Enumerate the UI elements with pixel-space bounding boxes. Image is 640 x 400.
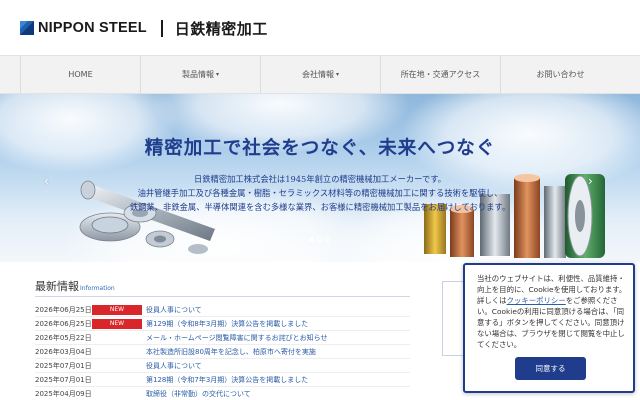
news-date: 2026年06月25日: [35, 319, 92, 328]
news-link[interactable]: 第128期（令和7年3月期）決算公告を掲載しました: [146, 375, 308, 385]
news-heading: 最新情報 Information: [35, 278, 115, 294]
cookie-agree-button[interactable]: 同意する: [515, 357, 586, 380]
news-date: 2025年07月01日: [35, 361, 92, 370]
nippon-steel-logo-icon: [20, 21, 34, 35]
slider-next-icon[interactable]: ›: [588, 174, 593, 188]
news-date: 2025年07月01日: [35, 375, 92, 384]
news-item: 2026年03月04日 本社製造所旧設80周年を記念し、柏原市へ寄付を実施: [35, 345, 410, 359]
new-badge: NEW: [92, 318, 142, 329]
news-link[interactable]: 役員人事について: [146, 305, 202, 315]
nav-item-products[interactable]: 製品情報 ▾: [140, 56, 260, 93]
slider-prev-icon[interactable]: ‹: [44, 174, 49, 188]
nav-item-label: 製品情報: [181, 70, 214, 79]
cookie-consent-dialog: 当社のウェブサイトは、利便性、品質維持・向上を目的に、Cookieを使用しており…: [463, 263, 635, 393]
news-list: 2026年06月25日 NEW 役員人事について 2026年06月25日 NEW…: [35, 303, 410, 400]
news-title-en: Information: [80, 285, 115, 292]
caret-down-icon: ▾: [215, 71, 219, 78]
hero-description-line: 日鉄精密加工株式会社は1945年創立の精密機械加工メーカーです。: [193, 174, 447, 184]
nav-item-label: HOME: [68, 70, 93, 79]
news-date: 2026年05月22日: [35, 333, 92, 342]
nav-item-company[interactable]: 会社情報 ▾: [260, 56, 380, 93]
cookie-policy-link[interactable]: クッキーポリシー: [507, 296, 566, 305]
hero-title: 精密加工で社会をつなぐ、未来へつなぐ: [144, 138, 496, 159]
news-date: 2026年06月25日: [35, 305, 92, 314]
caret-down-icon: ▾: [335, 71, 339, 78]
hero-description-line: 油井管継手加工及び各種金属・樹脂・セラミックス材料等の精密機械加工に関する技術を…: [137, 188, 503, 198]
news-link[interactable]: メール・ホームページ閲覧障害に関するお詫びとお知らせ: [146, 333, 328, 343]
news-link[interactable]: 本社製造所旧設80周年を記念し、柏原市へ寄付を実施: [146, 347, 316, 357]
cookie-message: 当社のウェブサイトは、利便性、品質維持・向上を目的に、Cookieを使用しており…: [477, 273, 627, 350]
hero-description-line: 鉄鋼業、非鉄金属、半導体関連を含む多様な業界、お客様に精密機械加工製品をお届けし…: [129, 202, 511, 212]
brand-name: NIPPON STEEL: [38, 20, 147, 36]
nav-item-label: お問い合わせ: [536, 70, 585, 79]
news-divider: [35, 296, 410, 297]
news-link[interactable]: 取締役（非常勤）の交代について: [146, 389, 251, 399]
slider-dot[interactable]: [325, 237, 330, 242]
news-item: 2025年04月09日 取締役（非常勤）の交代について: [35, 387, 410, 400]
news-title: 最新情報: [35, 280, 79, 293]
news-date: 2025年04月09日: [35, 389, 92, 398]
slider-dot[interactable]: [309, 237, 314, 242]
news-link[interactable]: 第129期（令和8年3月期）決算公告を掲載しました: [146, 319, 308, 329]
site-logo[interactable]: NIPPON STEEL 日鉄精密加工: [20, 16, 268, 40]
news-item: 2026年06月25日 NEW 第129期（令和8年3月期）決算公告を掲載しまし…: [35, 317, 410, 331]
main-nav: HOME 製品情報 ▾ 会社情報 ▾ 所在地・交通アクセス お問い合わせ: [0, 55, 640, 94]
logo-divider: [160, 19, 163, 37]
news-item: 2025年07月01日 第128期（令和7年3月期）決算公告を掲載しました: [35, 373, 410, 387]
nav-item-label: 会社情報: [301, 70, 334, 79]
news-item: 2026年06月25日 NEW 役員人事について: [35, 303, 410, 317]
site-header: NIPPON STEEL 日鉄精密加工: [0, 0, 640, 55]
nav-item-home[interactable]: HOME: [20, 56, 140, 93]
news-date: 2026年03月04日: [35, 347, 92, 356]
new-badge: NEW: [92, 304, 142, 315]
slider-dot[interactable]: [317, 237, 322, 242]
company-name: 日鉄精密加工: [174, 19, 268, 38]
hero-slider: 精密加工で社会をつなぐ、未来へつなぐ 日鉄精密加工株式会社は1945年創立の精密…: [0, 94, 640, 262]
nav-item-contact[interactable]: お問い合わせ: [500, 56, 620, 93]
news-item: 2025年07月01日 役員人事について: [35, 359, 410, 373]
news-link[interactable]: 役員人事について: [146, 361, 202, 371]
nav-item-label: 所在地・交通アクセス: [400, 70, 481, 79]
slider-pagination: [309, 237, 330, 242]
news-item: 2026年05月22日 メール・ホームページ閲覧障害に関するお詫びとお知らせ: [35, 331, 410, 345]
nav-item-access[interactable]: 所在地・交通アクセス: [380, 56, 500, 93]
